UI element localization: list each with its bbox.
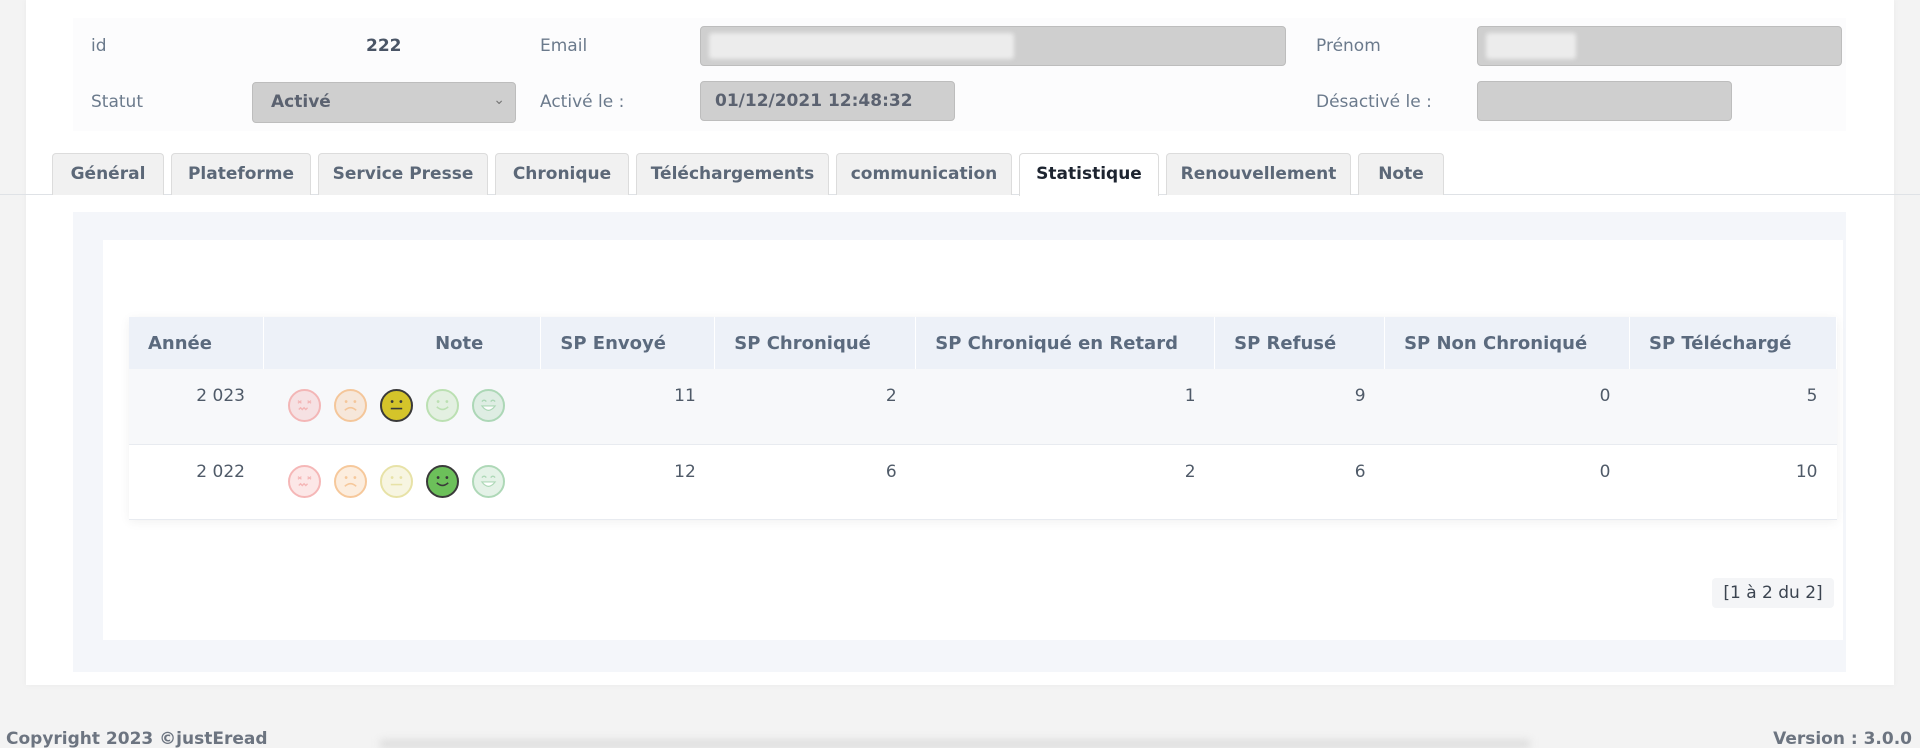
sp-envoye-cell: 12 bbox=[540, 444, 715, 520]
tab-service-presse[interactable]: Service Presse bbox=[318, 153, 488, 195]
column-header[interactable]: SP Chroniqué en Retard bbox=[915, 317, 1216, 369]
table-row: 2 023 11 2 1 9 0 5 bbox=[129, 369, 1837, 445]
column-header[interactable]: SP Non Chroniqué bbox=[1384, 317, 1630, 369]
angry-face-icon[interactable] bbox=[287, 464, 321, 498]
prenom-label: Prénom bbox=[1316, 36, 1381, 56]
sp-non-chronique-cell: 0 bbox=[1384, 444, 1630, 520]
tab-note[interactable]: Note bbox=[1358, 153, 1444, 195]
id-label: id bbox=[91, 36, 107, 56]
tab-statistique[interactable]: Statistique bbox=[1019, 153, 1159, 196]
column-header[interactable]: Année bbox=[129, 317, 265, 369]
sp-retard-cell: 1 bbox=[915, 369, 1215, 445]
email-field[interactable] bbox=[700, 26, 1286, 66]
column-header[interactable]: SP Refusé bbox=[1214, 317, 1386, 369]
tab-chronique[interactable]: Chronique bbox=[495, 153, 629, 195]
pagination-info: [1 à 2 du 2] bbox=[1712, 578, 1834, 608]
column-header[interactable]: SP Envoyé bbox=[540, 317, 716, 369]
annee-cell: 2 022 bbox=[129, 444, 264, 520]
id-value: 222 bbox=[366, 36, 402, 56]
statut-select[interactable]: Activé ⌄ bbox=[252, 82, 516, 123]
column-header[interactable]: Note bbox=[263, 317, 542, 369]
angry-face-icon[interactable] bbox=[287, 389, 321, 422]
sp-refuse-cell: 6 bbox=[1214, 444, 1385, 520]
sp-telecharge-cell: 5 bbox=[1629, 369, 1837, 445]
desactive-le-field[interactable] bbox=[1477, 81, 1732, 121]
note-rating bbox=[263, 444, 541, 520]
copyright-text: Copyright 2023 ©justEread bbox=[6, 729, 268, 748]
active-le-field[interactable]: 01/12/2021 12:48:32 bbox=[700, 81, 955, 121]
sp-telecharge-cell: 10 bbox=[1629, 444, 1837, 520]
version-text: Version : 3.0.0 bbox=[1773, 729, 1912, 748]
prenom-field[interactable] bbox=[1477, 26, 1842, 66]
tab-communication[interactable]: communication bbox=[836, 153, 1012, 195]
sp-chronique-cell: 2 bbox=[714, 369, 916, 445]
column-header[interactable]: SP Chroniqué bbox=[714, 317, 917, 369]
annee-cell: 2 023 bbox=[129, 369, 264, 445]
sad-face-icon[interactable] bbox=[333, 389, 367, 422]
grin-face-icon[interactable] bbox=[471, 464, 505, 498]
grin-face-icon[interactable] bbox=[471, 389, 505, 422]
sp-envoye-cell: 11 bbox=[540, 369, 715, 445]
tab-telechargements[interactable]: Téléchargements bbox=[636, 153, 829, 195]
tab-general[interactable]: Général bbox=[52, 153, 164, 195]
neutral-face-icon[interactable] bbox=[379, 464, 413, 498]
footer-shadow bbox=[380, 740, 1530, 748]
stats-table: Année Note SP Envoyé SP Chroniqué SP Chr… bbox=[129, 317, 1838, 520]
email-label: Email bbox=[540, 36, 588, 56]
tab-plateforme[interactable]: Plateforme bbox=[171, 153, 311, 195]
sp-refuse-cell: 9 bbox=[1214, 369, 1385, 445]
sp-non-chronique-cell: 0 bbox=[1384, 369, 1630, 445]
neutral-face-icon[interactable] bbox=[379, 389, 413, 422]
column-header[interactable]: SP Téléchargé bbox=[1629, 317, 1838, 369]
sp-retard-cell: 2 bbox=[915, 444, 1215, 520]
tab-renouvellement[interactable]: Renouvellement bbox=[1166, 153, 1351, 195]
chevron-down-icon: ⌄ bbox=[493, 92, 505, 108]
statut-value: Activé bbox=[271, 92, 331, 112]
sad-face-icon[interactable] bbox=[333, 464, 367, 498]
sp-chronique-cell: 6 bbox=[714, 444, 916, 520]
smile-face-icon[interactable] bbox=[425, 464, 459, 498]
smile-face-icon[interactable] bbox=[425, 389, 459, 422]
table-header-row: Année Note SP Envoyé SP Chroniqué SP Chr… bbox=[129, 317, 1838, 369]
active-le-value: 01/12/2021 12:48:32 bbox=[715, 91, 913, 111]
desactive-le-label: Désactivé le : bbox=[1316, 92, 1432, 112]
note-rating bbox=[263, 369, 541, 445]
table-row: 2 022 12 6 2 6 0 10 bbox=[129, 444, 1837, 520]
active-le-label: Activé le : bbox=[540, 92, 625, 112]
statut-label: Statut bbox=[91, 92, 143, 112]
tab-bar: Général Plateforme Service Presse Chroni… bbox=[0, 153, 1920, 196]
